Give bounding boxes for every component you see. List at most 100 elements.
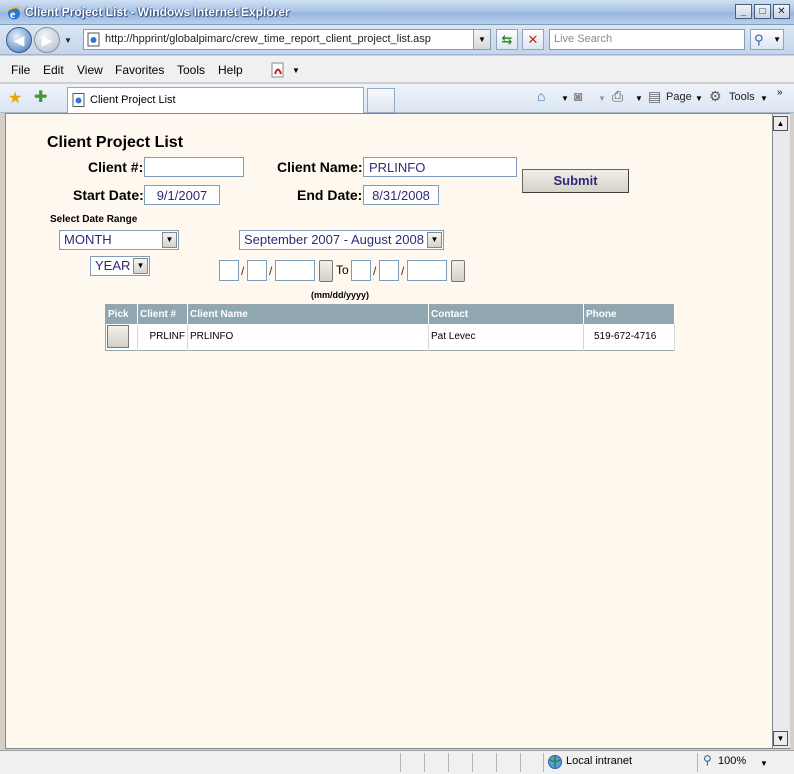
title-bar: e Client Project List - Windows Internet… xyxy=(0,0,794,25)
address-toolbar: ◀ ▶ ▼ http://hpprint/globalpimarc/crew_t… xyxy=(0,25,794,55)
pick-button[interactable] xyxy=(107,325,129,349)
client-num-label: Client #: xyxy=(88,159,144,175)
menu-edit[interactable]: Edit xyxy=(43,63,64,77)
pdf-icon[interactable] xyxy=(270,62,286,78)
menu-file[interactable]: File xyxy=(11,63,30,77)
home-icon[interactable]: ⌂ xyxy=(537,88,545,104)
tab-label: Client Project List xyxy=(90,94,176,106)
address-url: http://hpprint/globalpimarc/crew_time_re… xyxy=(105,33,431,45)
to-month-input[interactable] xyxy=(351,260,371,281)
period-select[interactable]: September 2007 - August 2008 ▼ xyxy=(239,230,444,250)
menu-view[interactable]: View xyxy=(77,63,103,77)
refresh-button[interactable]: ⇆ xyxy=(496,29,518,50)
menu-tools[interactable]: Tools xyxy=(177,63,205,77)
client-num-input[interactable] xyxy=(144,157,244,177)
column-header: Client # xyxy=(137,304,188,324)
client-name-label: Client Name: xyxy=(277,159,363,175)
scroll-down-icon[interactable]: ▼ xyxy=(773,731,788,746)
range-type-select[interactable]: MONTH ▼ xyxy=(59,230,179,250)
from-calendar-button[interactable] xyxy=(319,260,333,282)
zoom-dropdown-icon[interactable]: ▼ xyxy=(760,759,768,768)
status-bar: Local intranet ⚲ 100% ▼ xyxy=(0,750,794,774)
page-title: Client Project List xyxy=(47,134,184,151)
page-icon xyxy=(72,93,85,107)
window-title: Client Project List - Windows Internet E… xyxy=(25,5,290,19)
tab-client-project-list[interactable]: Client Project List xyxy=(67,87,364,113)
print-dropdown-icon[interactable]: ▼ xyxy=(635,94,643,103)
tools-menu[interactable]: Tools xyxy=(729,91,755,103)
phone-cell: 519-672-4716 xyxy=(583,323,675,351)
chevron-down-icon: ▼ xyxy=(427,232,442,248)
period-unit-select[interactable]: YEAR ▼ xyxy=(90,256,150,276)
scroll-up-icon[interactable]: ▲ xyxy=(773,116,788,131)
from-day-input[interactable] xyxy=(247,260,267,281)
to-calendar-button[interactable] xyxy=(451,260,465,282)
zoom-level[interactable]: 100% xyxy=(718,755,746,767)
end-date-input[interactable]: 8/31/2008 xyxy=(363,185,439,205)
column-header: Pick xyxy=(105,304,138,324)
date-separator: / xyxy=(241,264,245,278)
zoom-icon: ⚲ xyxy=(703,753,712,767)
search-placeholder: Live Search xyxy=(554,33,613,45)
menu-help[interactable]: Help xyxy=(218,63,243,77)
feeds-icon[interactable]: ◙ xyxy=(574,88,582,104)
globe-icon xyxy=(548,755,562,769)
column-header: Phone xyxy=(583,304,675,324)
page-menu-icon: ▤ xyxy=(648,88,662,104)
search-button[interactable]: ⚲ ▼ xyxy=(750,29,784,50)
home-dropdown-icon[interactable]: ▼ xyxy=(561,94,569,103)
back-button[interactable]: ◀ xyxy=(6,27,32,53)
date-range-label: Select Date Range xyxy=(50,214,138,225)
add-favorite-icon[interactable]: ✚ xyxy=(34,87,47,107)
search-icon: ⚲ xyxy=(754,32,764,47)
page-icon xyxy=(87,32,100,47)
address-bar[interactable]: http://hpprint/globalpimarc/crew_time_re… xyxy=(83,29,491,50)
close-button[interactable]: ✕ xyxy=(773,4,790,19)
period-unit-value: YEAR xyxy=(95,258,131,273)
maximize-button[interactable]: □ xyxy=(754,4,771,19)
chevron-down-icon: ▼ xyxy=(162,232,177,248)
table-row: PRLINF PRLINFO Pat Levec 519-672-4716 xyxy=(105,323,675,351)
recent-pages-dropdown-icon[interactable]: ▼ xyxy=(64,36,72,45)
to-day-input[interactable] xyxy=(379,260,399,281)
to-year-input[interactable] xyxy=(407,260,447,281)
search-options-dropdown-icon[interactable]: ▼ xyxy=(773,35,781,44)
ie-logo-icon: e xyxy=(6,6,22,21)
pdf-dropdown-icon[interactable]: ▼ xyxy=(292,66,300,75)
results-table: Pick Client # Client Name Contact Phone … xyxy=(105,304,675,351)
page-menu[interactable]: Page xyxy=(666,91,692,103)
submit-button[interactable]: Submit xyxy=(522,169,629,193)
range-type-value: MONTH xyxy=(64,232,112,247)
new-tab-button[interactable] xyxy=(367,88,395,113)
page-dropdown-icon[interactable]: ▼ xyxy=(695,94,703,103)
from-month-input[interactable] xyxy=(219,260,239,281)
from-year-input[interactable] xyxy=(275,260,315,281)
client-name-input[interactable]: PRLINFO xyxy=(363,157,517,177)
date-format-hint: (mm/dd/yyyy) xyxy=(311,290,370,300)
start-date-label: Start Date: xyxy=(73,187,144,203)
chevron-down-icon: ▼ xyxy=(133,258,148,274)
column-header: Contact xyxy=(428,304,584,324)
gear-icon: ⚙ xyxy=(709,88,722,104)
chevron-more-icon[interactable]: » xyxy=(777,87,783,98)
client-num-cell: PRLINF xyxy=(137,323,188,351)
tab-bar: ★ ✚ Client Project List ⌂ ▼ ◙ ▼ ⎙ ▼ ▤ Pa… xyxy=(0,84,794,113)
date-separator: / xyxy=(373,264,377,278)
menu-favorites[interactable]: Favorites xyxy=(115,63,164,77)
minimize-button[interactable]: _ xyxy=(735,4,752,19)
search-input[interactable]: Live Search xyxy=(549,29,745,50)
column-header: Client Name xyxy=(187,304,429,324)
menu-bar: File Edit View Favorites Tools Help ▼ xyxy=(0,56,794,83)
address-dropdown-icon[interactable]: ▼ xyxy=(473,30,490,49)
feeds-dropdown-icon[interactable]: ▼ xyxy=(598,94,606,103)
favorites-star-icon[interactable]: ★ xyxy=(8,88,22,108)
forward-button[interactable]: ▶ xyxy=(34,27,60,53)
stop-button[interactable]: ✕ xyxy=(522,29,544,50)
vertical-scrollbar[interactable]: ▲ ▼ xyxy=(773,113,790,749)
date-separator: / xyxy=(269,264,273,278)
print-icon[interactable]: ⎙ xyxy=(612,88,623,105)
start-date-input[interactable]: 9/1/2007 xyxy=(144,185,220,205)
client-name-cell: PRLINFO xyxy=(187,323,429,351)
tools-dropdown-icon[interactable]: ▼ xyxy=(760,94,768,103)
table-header-row: Pick Client # Client Name Contact Phone xyxy=(105,304,675,324)
